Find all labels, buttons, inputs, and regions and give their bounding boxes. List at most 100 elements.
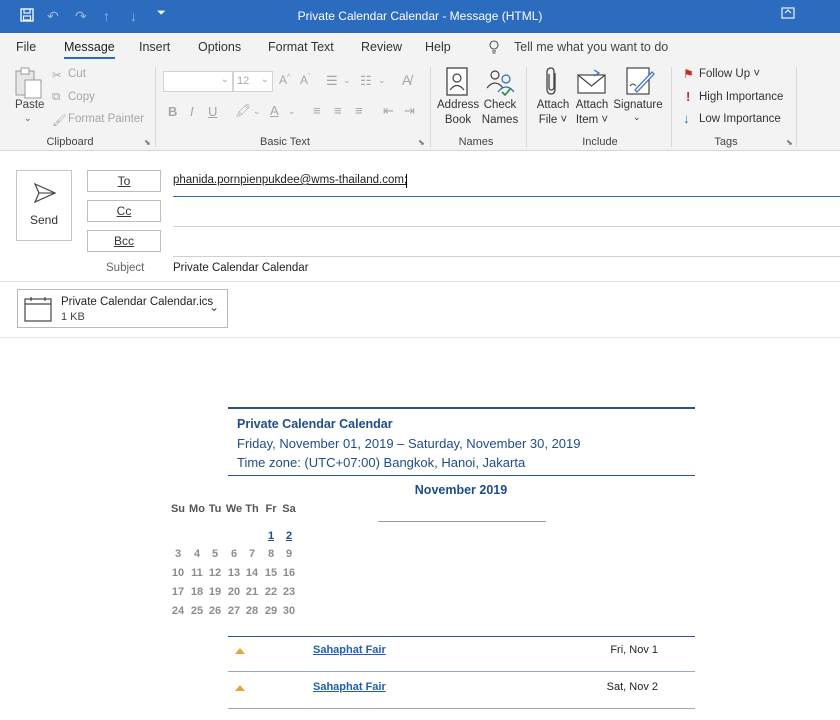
month-title: November 2019	[414, 483, 508, 497]
format-painter-button[interactable]: Format Painter	[68, 113, 144, 125]
paperclip-icon[interactable]	[544, 66, 560, 101]
chevron-down-icon[interactable]: ⌄	[209, 300, 219, 314]
clipboard-launcher-icon[interactable]: ⬊	[144, 138, 151, 147]
include-group-label: Include	[582, 136, 618, 148]
chevron-down-icon[interactable]: ⌄	[633, 112, 641, 123]
attach-file-label-2: File ˅	[538, 114, 568, 126]
event-name-link[interactable]: Sahaphat Fair	[313, 681, 386, 693]
attach-file-button[interactable]: Attach	[533, 99, 573, 111]
font-color-icon[interactable]: A	[270, 103, 279, 118]
calendar-day: 28	[245, 605, 259, 617]
signature-button[interactable]: Signature	[612, 99, 664, 111]
bullets-icon[interactable]: ☰	[326, 73, 338, 89]
font-size-combobox[interactable]: 12 ⌄	[233, 71, 273, 92]
calendar-day: 11	[191, 567, 203, 579]
copy-icon[interactable]: ⧉	[52, 91, 60, 104]
tab-message[interactable]: Message	[64, 40, 115, 59]
basic-text-launcher-icon[interactable]: ⬊	[418, 138, 425, 147]
paste-icon[interactable]	[12, 66, 46, 100]
envelope-icon[interactable]	[577, 69, 607, 98]
bcc-field[interactable]	[173, 231, 840, 253]
to-recipient[interactable]: phanida.pornpienpukdee@wms-thailand.com;	[173, 174, 407, 186]
calendar-day: 14	[245, 567, 259, 579]
cut-icon[interactable]: ✂	[52, 68, 62, 82]
attach-item-label-text: Item	[575, 114, 599, 126]
underline-button[interactable]: U	[208, 104, 217, 119]
highlight-icon[interactable]: 🖍	[235, 103, 252, 119]
paste-button[interactable]: Paste	[15, 99, 44, 111]
grow-font-icon[interactable]: A^	[279, 73, 290, 87]
italic-button[interactable]: I	[190, 104, 194, 119]
event-name-link[interactable]: Sahaphat Fair	[313, 644, 386, 656]
check-names-label-2: Names	[481, 114, 519, 126]
chevron-down-icon[interactable]: ⌄	[288, 106, 296, 117]
format-painter-icon[interactable]: 🖌	[52, 113, 67, 127]
tell-me-search[interactable]: Tell me what you want to do	[514, 40, 668, 54]
tab-insert[interactable]: Insert	[139, 40, 170, 54]
subject-field[interactable]: Private Calendar Calendar	[173, 262, 309, 274]
cc-field[interactable]	[173, 201, 840, 223]
tab-file[interactable]: File	[16, 40, 36, 54]
follow-up-label: Follow Up	[699, 68, 751, 80]
align-center-icon[interactable]: ≡	[334, 103, 342, 118]
calendar-day-link[interactable]: 1	[262, 530, 280, 542]
align-left-icon[interactable]: ≡	[313, 103, 321, 118]
increase-indent-icon[interactable]: ⇥	[404, 103, 415, 119]
calendar-day: 24	[171, 605, 185, 617]
low-importance-icon: ↓	[683, 111, 690, 126]
check-names-button[interactable]: Check	[480, 99, 520, 111]
cc-button[interactable]: Cc	[87, 200, 161, 222]
paste-dropdown-icon[interactable]: ⌄	[24, 113, 32, 124]
tab-options[interactable]: Options	[198, 40, 241, 54]
send-icon	[33, 182, 57, 206]
ribbon-display-icon[interactable]	[781, 6, 795, 22]
send-button[interactable]: Send	[16, 170, 72, 241]
attachment-card[interactable]: Private Calendar Calendar.ics 1 KB ⌄	[17, 289, 228, 328]
numbering-icon[interactable]: ☷	[360, 73, 372, 89]
address-book-label-2: Book	[444, 114, 472, 126]
address-book-icon[interactable]	[445, 67, 469, 100]
attach-item-button[interactable]: Attach	[572, 99, 612, 111]
font-name-combobox[interactable]: ⌄	[163, 71, 233, 92]
to-button[interactable]: To	[87, 170, 161, 192]
shrink-font-icon[interactable]: Aˇ	[300, 73, 310, 87]
attachment-size: 1 KB	[61, 311, 85, 323]
tags-launcher-icon[interactable]: ⬊	[786, 138, 793, 147]
address-book-button[interactable]: Address	[437, 99, 479, 111]
high-importance-button[interactable]: High Importance	[699, 91, 783, 103]
calendar-day-link[interactable]: 2	[280, 530, 298, 542]
calendar-header-rule	[228, 475, 695, 476]
event-collapse-icon[interactable]	[235, 648, 245, 654]
bold-button[interactable]: B	[168, 104, 177, 119]
tags-group-label: Tags	[714, 136, 738, 148]
chevron-down-icon[interactable]: ⌄	[378, 75, 386, 86]
decrease-indent-icon[interactable]: ⇤	[383, 103, 394, 119]
calendar-day: 7	[248, 548, 256, 560]
copy-button[interactable]: Copy	[68, 91, 95, 103]
font-size-value: 12	[237, 75, 250, 87]
signature-icon[interactable]	[625, 66, 655, 101]
calendar-file-icon	[24, 296, 52, 325]
event-collapse-icon[interactable]	[235, 685, 245, 691]
ribbon-tabs: File Message Insert Options Format Text …	[0, 33, 840, 61]
follow-up-button[interactable]: Follow Up ˅	[699, 68, 760, 80]
calendar-day: 4	[193, 548, 201, 560]
check-names-icon[interactable]	[484, 67, 516, 100]
calendar-day: 26	[208, 605, 222, 617]
ribbon: Paste ⌄ ✂ Cut ⧉ Copy 🖌 Format Painter Cl…	[0, 61, 840, 151]
chevron-down-icon[interactable]: ⌄	[343, 75, 351, 86]
event-divider	[228, 671, 695, 672]
chevron-down-icon[interactable]: ⌄	[253, 106, 261, 117]
tab-help[interactable]: Help	[425, 40, 451, 54]
calendar-day: 20	[227, 586, 241, 598]
low-importance-button[interactable]: Low Importance	[699, 113, 781, 125]
tab-review[interactable]: Review	[361, 40, 402, 54]
tab-format-text[interactable]: Format Text	[268, 40, 334, 54]
bcc-button[interactable]: Bcc	[87, 230, 161, 252]
weekday-label: Su	[170, 503, 186, 515]
clear-formatting-icon[interactable]: A̸	[402, 72, 411, 88]
calendar-day: 23	[282, 586, 296, 598]
events-top-rule	[228, 636, 695, 637]
align-right-icon[interactable]: ≡	[355, 103, 363, 118]
cut-button[interactable]: Cut	[68, 68, 86, 80]
